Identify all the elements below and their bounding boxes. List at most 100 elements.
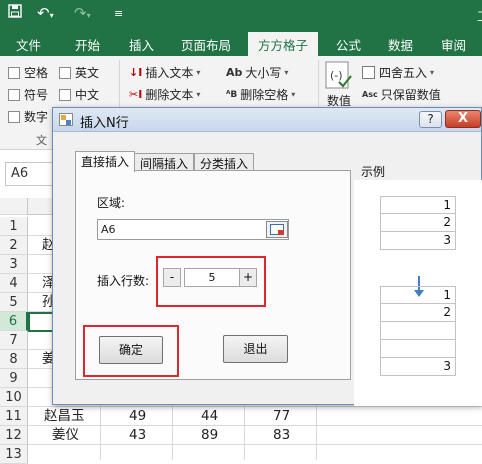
keep-value-icon: Asc bbox=[362, 90, 378, 99]
save-icon[interactable] bbox=[8, 4, 22, 22]
keep-value-button[interactable]: Asc 只保留数值 bbox=[362, 86, 441, 103]
tab-formulas[interactable]: 公式 bbox=[336, 35, 361, 54]
dialog-title-bar[interactable]: 插入N行 ? X bbox=[53, 108, 481, 132]
example-cell: 2 bbox=[380, 304, 456, 322]
row-header[interactable]: 11 bbox=[0, 407, 28, 426]
tab-fangfang[interactable]: 方方格子 bbox=[248, 32, 319, 56]
round-button[interactable]: 四舍五入 ▾ bbox=[362, 64, 434, 81]
case-label: 大小写 bbox=[245, 66, 282, 80]
ribbon-tabs: 文件 开始 插入 页面布局 方方格子 公式 数据 审阅 bbox=[0, 30, 482, 56]
cell-name[interactable]: 姜仪 bbox=[52, 426, 79, 445]
chevron-down-icon: ▾ bbox=[284, 68, 289, 77]
checkbox-space[interactable]: 空格 bbox=[8, 64, 48, 81]
tab-review[interactable]: 审阅 bbox=[441, 35, 466, 54]
row-header[interactable]: 5 bbox=[0, 293, 28, 312]
checkbox-box[interactable] bbox=[8, 110, 20, 123]
row-header[interactable]: 2 bbox=[0, 236, 28, 255]
insert-text-icon: ↓I bbox=[129, 66, 143, 79]
delete-text-icon: ✂I bbox=[129, 88, 143, 101]
checkbox-symbol[interactable]: 符号 bbox=[8, 86, 48, 103]
title-bar: ↶▾ ↷▾ ≡ 工 bbox=[0, 0, 482, 30]
row-header[interactable]: 12 bbox=[0, 426, 28, 445]
checkbox-box[interactable] bbox=[59, 66, 71, 79]
delete-text-button[interactable]: ✂I 删除文本 ▾ bbox=[129, 86, 200, 103]
example-cell-empty bbox=[380, 322, 456, 340]
cell-value[interactable]: 83 bbox=[273, 426, 290, 445]
cell-value[interactable]: 89 bbox=[201, 426, 218, 445]
example-cell: 3 bbox=[380, 232, 456, 250]
chevron-down-icon: ▾ bbox=[196, 90, 201, 99]
tab-category-insert[interactable]: 分类插入 bbox=[194, 153, 255, 171]
undo-icon[interactable]: ↶▾ bbox=[37, 4, 54, 22]
tab-data[interactable]: 数据 bbox=[388, 35, 413, 54]
case-button[interactable]: Ab 大小写 ▾ bbox=[226, 64, 288, 81]
row-header[interactable]: 7 bbox=[0, 331, 28, 350]
row-header[interactable]: 10 bbox=[0, 388, 28, 407]
select-all-corner[interactable] bbox=[0, 198, 28, 215]
example-cell: 2 bbox=[380, 214, 456, 232]
row-header[interactable]: 8 bbox=[0, 350, 28, 369]
delete-space-button[interactable]: ᴬB 删除空格 ▾ bbox=[226, 86, 295, 103]
ribbon-group-label: 文 bbox=[36, 134, 47, 147]
decrement-button[interactable]: - bbox=[163, 268, 181, 287]
grid-line bbox=[28, 444, 482, 445]
rows-count-input[interactable]: 5 bbox=[184, 268, 240, 287]
checkbox-chinese[interactable]: 中文 bbox=[59, 86, 99, 103]
customize-qat-icon[interactable]: ≡ bbox=[114, 7, 123, 20]
app-title: 工 bbox=[477, 6, 482, 25]
close-button[interactable]: X bbox=[445, 110, 481, 128]
numeric-button[interactable]: (-) 数值 bbox=[325, 60, 353, 109]
dialog-title: 插入N行 bbox=[80, 116, 129, 131]
rows-label: 插入行数: bbox=[97, 274, 150, 288]
cell-value[interactable]: 77 bbox=[273, 407, 290, 426]
tab-insert[interactable]: 插入 bbox=[129, 35, 154, 54]
row-header[interactable]: 9 bbox=[0, 369, 28, 388]
tab-interval-insert[interactable]: 间隔插入 bbox=[134, 153, 195, 171]
increment-button[interactable]: + bbox=[239, 268, 257, 287]
insert-text-label: 插入文本 bbox=[145, 66, 194, 80]
example-cell-empty bbox=[380, 340, 456, 358]
cell-value[interactable]: 43 bbox=[129, 426, 146, 445]
keep-value-label: 只保留数值 bbox=[380, 88, 441, 102]
tab-direct-insert[interactable]: 直接插入 bbox=[75, 151, 136, 172]
chevron-down-icon: ▾ bbox=[291, 90, 296, 99]
cell-value[interactable]: 44 bbox=[201, 407, 218, 426]
checkbox-number[interactable]: 数字 bbox=[8, 108, 48, 125]
checkbox-label: 符号 bbox=[24, 88, 49, 102]
area-input[interactable]: A6 bbox=[97, 219, 289, 240]
help-button[interactable]: ? bbox=[419, 111, 442, 128]
checkbox-label: 英文 bbox=[75, 66, 100, 80]
tab-file[interactable]: 文件 bbox=[16, 35, 41, 54]
numeric-icon: (-) bbox=[325, 61, 352, 89]
row-header[interactable]: 3 bbox=[0, 255, 28, 274]
grid-line bbox=[28, 406, 482, 407]
redo-icon: ↷▾ bbox=[74, 4, 91, 22]
svg-text:(-): (-) bbox=[330, 69, 343, 82]
example-label: 示例 bbox=[361, 165, 386, 179]
ok-button[interactable]: 确定 bbox=[99, 336, 163, 364]
cell-name[interactable]: 赵昌玉 bbox=[44, 407, 85, 426]
round-icon bbox=[362, 66, 375, 79]
cell-value[interactable]: 49 bbox=[129, 407, 146, 426]
row-header[interactable]: 1 bbox=[0, 217, 28, 236]
area-label: 区域: bbox=[97, 196, 126, 210]
example-cell: 3 bbox=[380, 358, 456, 376]
range-select-button[interactable] bbox=[266, 221, 288, 238]
dialog-app-icon bbox=[59, 113, 73, 126]
insert-text-button[interactable]: ↓I 插入文本 ▾ bbox=[129, 64, 200, 81]
checkbox-english[interactable]: 英文 bbox=[59, 64, 99, 81]
tab-home[interactable]: 开始 bbox=[75, 35, 100, 54]
delete-text-label: 删除文本 bbox=[145, 88, 194, 102]
row-header[interactable]: 13 bbox=[0, 445, 28, 464]
checkbox-box[interactable] bbox=[8, 88, 20, 101]
delete-space-label: 删除空格 bbox=[240, 88, 289, 102]
checkbox-box[interactable] bbox=[59, 88, 71, 101]
row-header-selected[interactable]: 6 bbox=[0, 312, 28, 331]
tab-page-layout[interactable]: 页面布局 bbox=[181, 35, 231, 54]
name-box[interactable]: A6 bbox=[5, 162, 59, 186]
checkbox-box[interactable] bbox=[8, 66, 20, 79]
row-header[interactable]: 4 bbox=[0, 274, 28, 293]
example-preview: 1 2 3 1 2 3 bbox=[354, 180, 482, 406]
grid-line bbox=[28, 425, 482, 426]
exit-button[interactable]: 退出 bbox=[223, 335, 288, 363]
